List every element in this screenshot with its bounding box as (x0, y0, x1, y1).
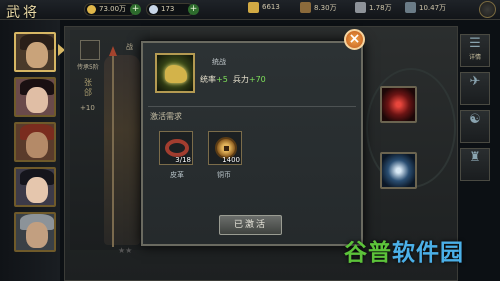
skill-slot-red[interactable] (380, 86, 417, 123)
tab-3[interactable]: ☯ (460, 110, 490, 143)
material-count: 3/18 (175, 156, 191, 164)
grain-value: 6613 (262, 3, 280, 11)
material-count: 1400 (222, 156, 240, 164)
stone-stat: 1.78万 (355, 2, 392, 13)
spear-shaft (112, 52, 114, 247)
ingot-resource: 173 + (146, 3, 199, 16)
add-ingot-button[interactable]: + (188, 4, 199, 15)
stat1-label: 统率 (200, 75, 216, 84)
ingot-icon (149, 5, 158, 14)
hero-figure (104, 55, 140, 245)
home-button[interactable] (479, 1, 496, 18)
tab-details-label: 详情 (468, 54, 481, 61)
watermark: 谷普软件园 (344, 233, 464, 267)
item-icon[interactable] (155, 53, 195, 93)
golden-horse-icon (165, 65, 187, 83)
stat1-value: +5 (216, 75, 228, 84)
skill-slot-blue[interactable] (380, 152, 417, 189)
wood-icon (300, 2, 311, 13)
tab-4[interactable]: ♜ (460, 148, 490, 181)
hero-portrait-4[interactable] (14, 167, 56, 207)
material-label: 皮革 (170, 171, 184, 179)
right-tab-column: ☰ 详情 ✈ ☯ ♜ (460, 26, 492, 281)
add-coin-button[interactable]: + (130, 4, 141, 15)
hero-portrait-3[interactable] (14, 122, 56, 162)
leather-icon (165, 139, 189, 157)
feather-icon: ✈ (469, 74, 481, 89)
stat2-label: 兵力 (232, 75, 249, 84)
material-label: 铜币 (217, 171, 231, 179)
activated-button[interactable]: 已激活 (219, 215, 282, 235)
close-button[interactable]: × (344, 29, 365, 50)
iron-value: 10.47万 (419, 4, 447, 12)
page-title: 武将 (6, 5, 40, 21)
scroll-icon: ☰ (469, 36, 481, 51)
item-name: 统战 (212, 58, 226, 66)
stone-icon (355, 2, 366, 13)
watermark-part1: 谷普 (344, 240, 392, 266)
requirement-title: 激活需求 (150, 112, 182, 121)
yinyang-icon: ☯ (469, 112, 481, 127)
tab-details[interactable]: ☰ 详情 (460, 34, 490, 67)
iron-icon (405, 2, 416, 13)
iron-stat: 10.47万 (405, 2, 447, 13)
flag-icon (80, 40, 100, 60)
hero-portrait-1[interactable] (14, 32, 56, 72)
face-shape (26, 42, 48, 68)
star-rating-icon: ★★ (118, 246, 133, 255)
flag-label: 传承5阶 (77, 64, 99, 71)
stat2-value: +70 (248, 75, 266, 84)
divider (148, 106, 356, 107)
soldier-icon: ♜ (469, 150, 481, 165)
coin-resource: 73.00万 + (84, 3, 141, 16)
bonus-value: +10 (80, 104, 95, 112)
item-stats: 统率+5 兵力+70 (200, 74, 266, 85)
ingot-value: 173 (161, 5, 175, 13)
hero-list (0, 20, 60, 281)
face-shape (26, 87, 48, 113)
tab-char: 战 (126, 43, 133, 51)
stone-value: 1.78万 (369, 4, 392, 12)
wood-stat: 8.30万 (300, 2, 337, 13)
hero-portrait-5[interactable] (14, 212, 56, 252)
wood-value: 8.30万 (314, 4, 337, 12)
hero-portrait-2[interactable] (14, 77, 56, 117)
coin-icon (87, 5, 96, 14)
hero-name-vertical: 张郃 (84, 78, 92, 97)
grain-stat: 6613 (248, 2, 280, 13)
top-bar: 武将 73.00万 + 173 + 6613 8.30万 1.78万 10.47… (0, 0, 500, 21)
material-slot-leather[interactable]: 3/18 (159, 131, 193, 165)
tab-2[interactable]: ✈ (460, 72, 490, 105)
watermark-part2: 软件园 (392, 240, 464, 266)
face-shape (26, 132, 48, 158)
coin-value: 73.00万 (99, 5, 127, 13)
grain-icon (248, 2, 259, 13)
face-shape (26, 177, 48, 203)
material-slot-copper[interactable]: 1400 (208, 131, 242, 165)
face-shape (26, 222, 48, 248)
